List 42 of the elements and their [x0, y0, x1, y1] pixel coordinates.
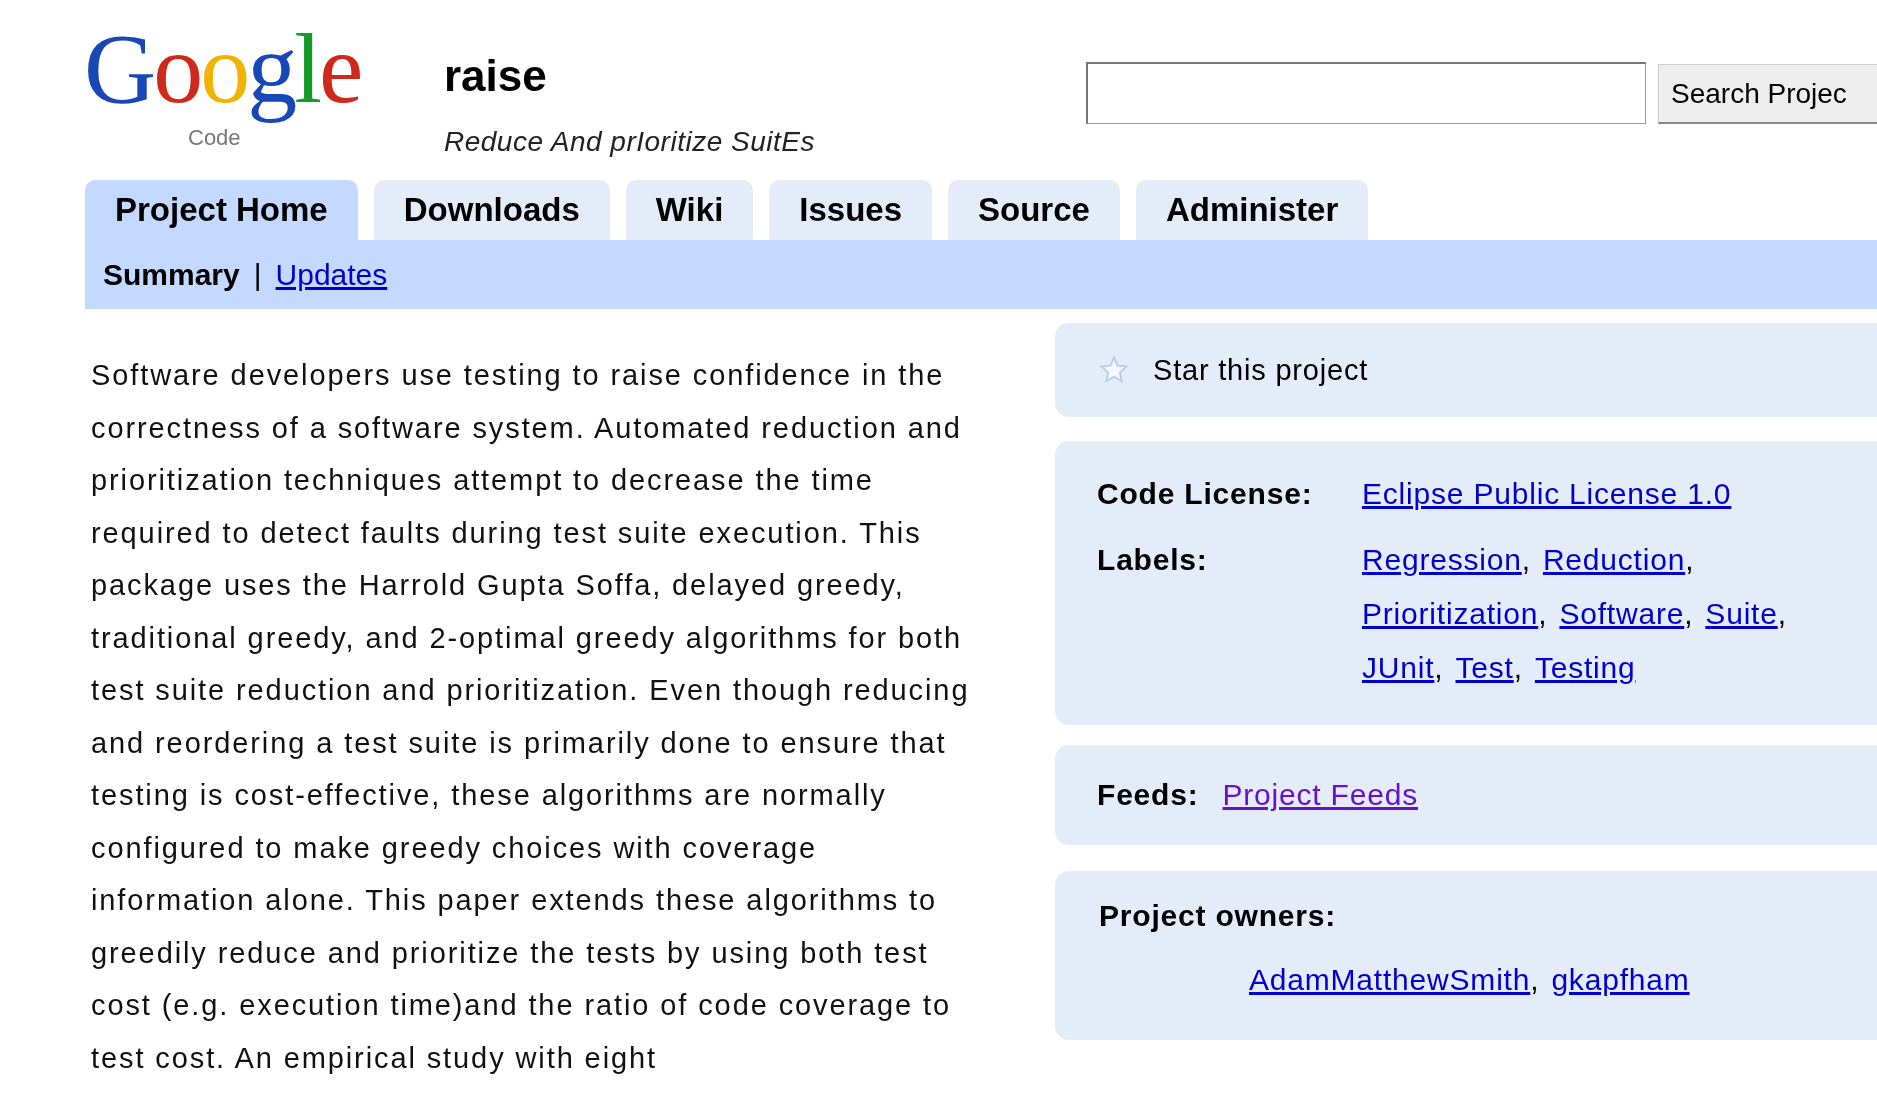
- search-button[interactable]: Search Projec: [1658, 64, 1877, 124]
- logo-subtitle: Code: [188, 126, 241, 150]
- project-name: raise: [444, 50, 548, 102]
- comma: ,: [1434, 651, 1444, 684]
- feeds-label: Feeds:: [1097, 778, 1199, 812]
- search-field[interactable]: [1086, 62, 1646, 124]
- project-summary: Reduce And prIoritize SuitEs: [444, 126, 816, 158]
- separator: |: [253, 257, 262, 292]
- subtab[interactable]: Summary: [103, 257, 240, 292]
- comma: ,: [1538, 597, 1548, 630]
- label-link[interactable]: Prioritization: [1362, 597, 1539, 630]
- label-link[interactable]: Testing: [1534, 651, 1636, 684]
- owners-label: Project owners:: [1099, 899, 1338, 933]
- comma: ,: [1684, 597, 1694, 630]
- comma: ,: [1777, 597, 1787, 630]
- star-project-link[interactable]: Star this project: [1153, 353, 1369, 387]
- label-link[interactable]: Software: [1559, 597, 1685, 630]
- subtab[interactable]: Updates: [275, 257, 388, 292]
- license-link[interactable]: Eclipse Public License 1.0: [1362, 477, 1732, 510]
- label-link[interactable]: Regression: [1362, 543, 1522, 576]
- comma: ,: [1513, 651, 1523, 684]
- license-label: Code License:: [1097, 476, 1314, 512]
- label-link[interactable]: Suite: [1705, 597, 1778, 630]
- label-link[interactable]: Test: [1455, 651, 1514, 684]
- owner-link[interactable]: AdamMatthewSmith: [1249, 963, 1531, 996]
- feeds-link[interactable]: Project Feeds: [1222, 778, 1418, 812]
- tab[interactable]: Project Home: [85, 180, 358, 240]
- tab[interactable]: Wiki: [625, 180, 754, 240]
- tab[interactable]: Administer: [1135, 180, 1369, 240]
- google-logo[interactable]: Google: [84, 10, 365, 128]
- star-icon[interactable]: [1099, 355, 1129, 385]
- comma: ,: [1685, 543, 1695, 576]
- label-link[interactable]: Reduction: [1542, 543, 1686, 576]
- comma: ,: [1530, 963, 1540, 996]
- tab[interactable]: Issues: [769, 180, 933, 240]
- comma: ,: [1521, 543, 1531, 576]
- tab[interactable]: Source: [948, 180, 1120, 240]
- tab[interactable]: Downloads: [373, 180, 610, 240]
- labels-label: Labels:: [1097, 542, 1209, 578]
- label-link[interactable]: JUnit: [1362, 651, 1435, 684]
- owner-link[interactable]: gkapfham: [1551, 963, 1690, 996]
- project-description: Software developers use testing to raise confidence in the correctness of a software system. Automated reduction and prioritization techniques attempt to decrease the time required to detect faults during test suite execution. This package uses the Harrold Gupta Soffa, delayed greedy, traditional greedy, and 2-optimal greedy algorithms for both test suite reduction and prioritization. Even though reducing and reordering a test suite is primarily done to ensure that testing is cost-effective, these algorithms are normally configured to make greedy choices with coverage information alone. This paper extends these algorithms to greedily reduce and prioritize the tests by using both test cost (e.g. execution time)and the ratio of code coverage to test cost. An empirical study with eight: [91, 358, 971, 1076]
